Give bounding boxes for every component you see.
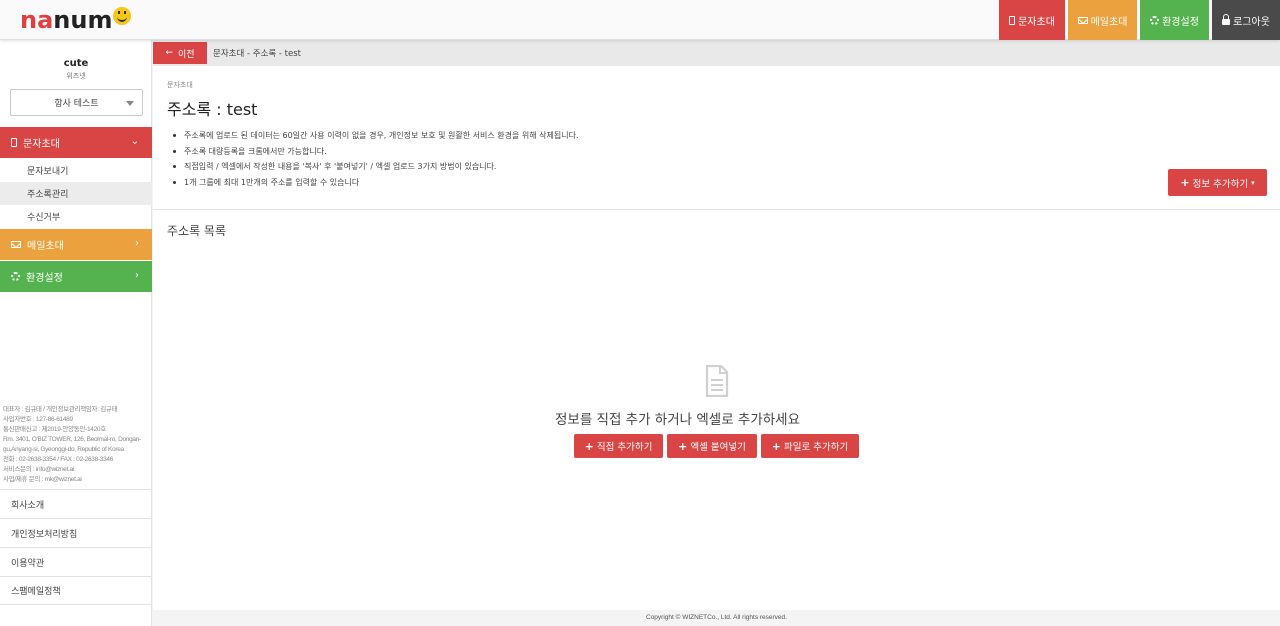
company-info-line: 대표자 : 김규태 / 개인정보관리책임자: 김규태: [3, 406, 118, 413]
sidebar-menu-settings[interactable]: 환경설정 ›: [0, 261, 152, 292]
top-nav-settings-label: 환경설정: [1162, 16, 1199, 28]
phone-icon: [11, 138, 17, 147]
link-terms[interactable]: 이용약관: [0, 547, 152, 576]
company-info-line: 사업/제휴 문의 : mk@wiznet.ai: [3, 476, 82, 483]
plus-icon: +: [584, 439, 594, 453]
sidebar-menu-sms[interactable]: 문자초대 ⌄: [0, 127, 152, 158]
plus-icon: +: [771, 439, 781, 453]
add-methods: + 직접 추가하기 + 엑셀 붙여넣기 + 파일로 추가하기: [574, 434, 859, 458]
caret-down-icon: [126, 101, 134, 106]
sidebar-item-reject[interactable]: 수신거부: [0, 205, 152, 228]
add-info-dropdown-button[interactable]: + 정보 추가하기 ▾: [1168, 169, 1267, 196]
company-info: 대표자 : 김규태 / 개인정보관리책임자: 김규태 사업자번호 : 127-8…: [3, 405, 151, 485]
chevron-right-icon: ›: [135, 270, 139, 281]
project-select[interactable]: 항사 테스트: [10, 89, 143, 116]
chevron-right-icon: ›: [135, 238, 139, 249]
back-button[interactable]: ← 이전: [153, 42, 207, 64]
project-select-value: 항사 테스트: [54, 99, 99, 109]
address-list-title: 주소록 목록: [167, 224, 227, 238]
sidebar-menu-mail-label: 메일초대: [27, 241, 64, 252]
document-icon: [705, 365, 729, 397]
envelope-icon: [1077, 16, 1088, 24]
user-organization: 위즈넷: [66, 72, 86, 80]
chevron-down-icon: ⌄: [130, 136, 139, 147]
sidebar: cute 위즈넷 항사 테스트 문자초대 ⌄ 문자보내기 주소록관리 수신거부 …: [0, 40, 152, 626]
company-info-line: 사업자번호 : 127-86-61489: [3, 416, 73, 423]
notice-list: 주소록에 업로드 된 데이터는 60일간 사용 이력이 없을 경우, 개인정보 …: [167, 128, 1067, 190]
smile-icon: [113, 7, 132, 25]
caret-down-icon: ▾: [1251, 178, 1255, 187]
top-nav-settings[interactable]: 환경설정: [1140, 0, 1209, 40]
direct-add-label: 직접 추가하기: [596, 442, 653, 453]
main-content: 문자초대 주소록 : test 주소록에 업로드 된 데이터는 60일간 사용 …: [153, 66, 1280, 610]
top-nav-mail[interactable]: 메일초대: [1068, 0, 1137, 40]
notice-item: 주소록 대량등록을 크롬에서만 가능합니다.: [167, 144, 1067, 160]
header: na num 문자초대 메일초대 환경설정 로그아웃: [0, 0, 1280, 40]
nanume-logo[interactable]: na num: [20, 6, 132, 34]
excel-paste-button[interactable]: + 엑셀 붙여넣기: [667, 434, 757, 458]
empty-state-message: 정보를 직접 추가 하거나 엑셀로 추가하세요: [554, 412, 801, 428]
sidebar-item-send-sms[interactable]: 문자보내기: [0, 159, 152, 182]
sidebar-menu-mail[interactable]: 메일초대 ›: [0, 229, 152, 260]
lock-icon: [1222, 14, 1231, 25]
top-nav-mail-label: 메일초대: [1090, 16, 1128, 28]
link-spam-policy[interactable]: 스팸메일정책: [0, 576, 152, 605]
file-add-button[interactable]: + 파일로 추가하기: [761, 434, 859, 458]
direct-add-button[interactable]: + 직접 추가하기: [574, 434, 663, 458]
page-title: 주소록 : test: [167, 100, 258, 119]
link-about[interactable]: 회사소개: [0, 489, 152, 518]
gear-icon: [11, 272, 20, 281]
phone-icon: [1009, 15, 1016, 25]
sidebar-menu-sms-label: 문자초대: [23, 139, 60, 150]
company-info-line: 통신판매신고 : 제2019-안양동안-1420호: [3, 426, 106, 433]
notice-item: 1개 그룹에 최대 1만개의 주소를 입력할 수 있습니다: [167, 175, 1067, 191]
breadcrumb-bar: ← 이전 문자초대 - 주소록 - test: [153, 40, 1280, 66]
top-nav-sms[interactable]: 문자초대: [999, 0, 1065, 40]
breadcrumb: 문자초대 - 주소록 - test: [213, 49, 302, 59]
divider: [153, 209, 1280, 210]
footer-links: 회사소개 개인정보처리방침 이용약관 스팸메일정책: [0, 489, 152, 605]
plus-icon: +: [1180, 176, 1190, 189]
plus-icon: +: [678, 439, 688, 453]
add-info-button-label: 정보 추가하기: [1192, 178, 1249, 190]
company-info-line: 서비스문의 : info@wiznet.ai: [3, 466, 75, 473]
gear-icon: [1150, 15, 1160, 25]
excel-paste-label: 엑셀 붙여넣기: [690, 442, 746, 453]
file-add-label: 파일로 추가하기: [784, 442, 849, 453]
sidebar-item-address-book[interactable]: 주소록관리: [0, 182, 152, 205]
arrow-left-icon: ←: [165, 48, 173, 58]
section-label: 문자초대: [167, 81, 193, 89]
company-info-line: 전화 : 02-2638-3354 / FAX : 02-2638-3346: [3, 456, 114, 463]
notice-item: 주소록에 업로드 된 데이터는 60일간 사용 이력이 없을 경우, 개인정보 …: [167, 128, 1067, 144]
copyright: Copyright © WIZNETCo., Ltd. All rights r…: [153, 610, 1280, 626]
sidebar-menu-settings-label: 환경설정: [26, 273, 63, 284]
empty-state-text: 정보를 직접 추가 하거나 엑셀로 추가하세요: [153, 408, 1280, 428]
top-nav-logout-label: 로그아웃: [1233, 16, 1270, 28]
envelope-icon: [11, 241, 21, 248]
company-info-line: Rm. 3401, O'BIZ TOWER, 126, Beolmal-ro, …: [3, 436, 141, 453]
top-nav-logout[interactable]: 로그아웃: [1212, 0, 1280, 40]
link-privacy[interactable]: 개인정보처리방침: [0, 518, 152, 547]
top-nav-sms-label: 문자초대: [1018, 16, 1055, 28]
notice-item: 직접입력 / 엑셀에서 작성한 내용을 '복사' 후 '붙여넣기' / 엑셀 업…: [167, 159, 1067, 175]
user-name: cute: [63, 58, 89, 69]
top-nav: 문자초대 메일초대 환경설정 로그아웃: [996, 0, 1280, 40]
back-button-label: 이전: [177, 49, 195, 60]
